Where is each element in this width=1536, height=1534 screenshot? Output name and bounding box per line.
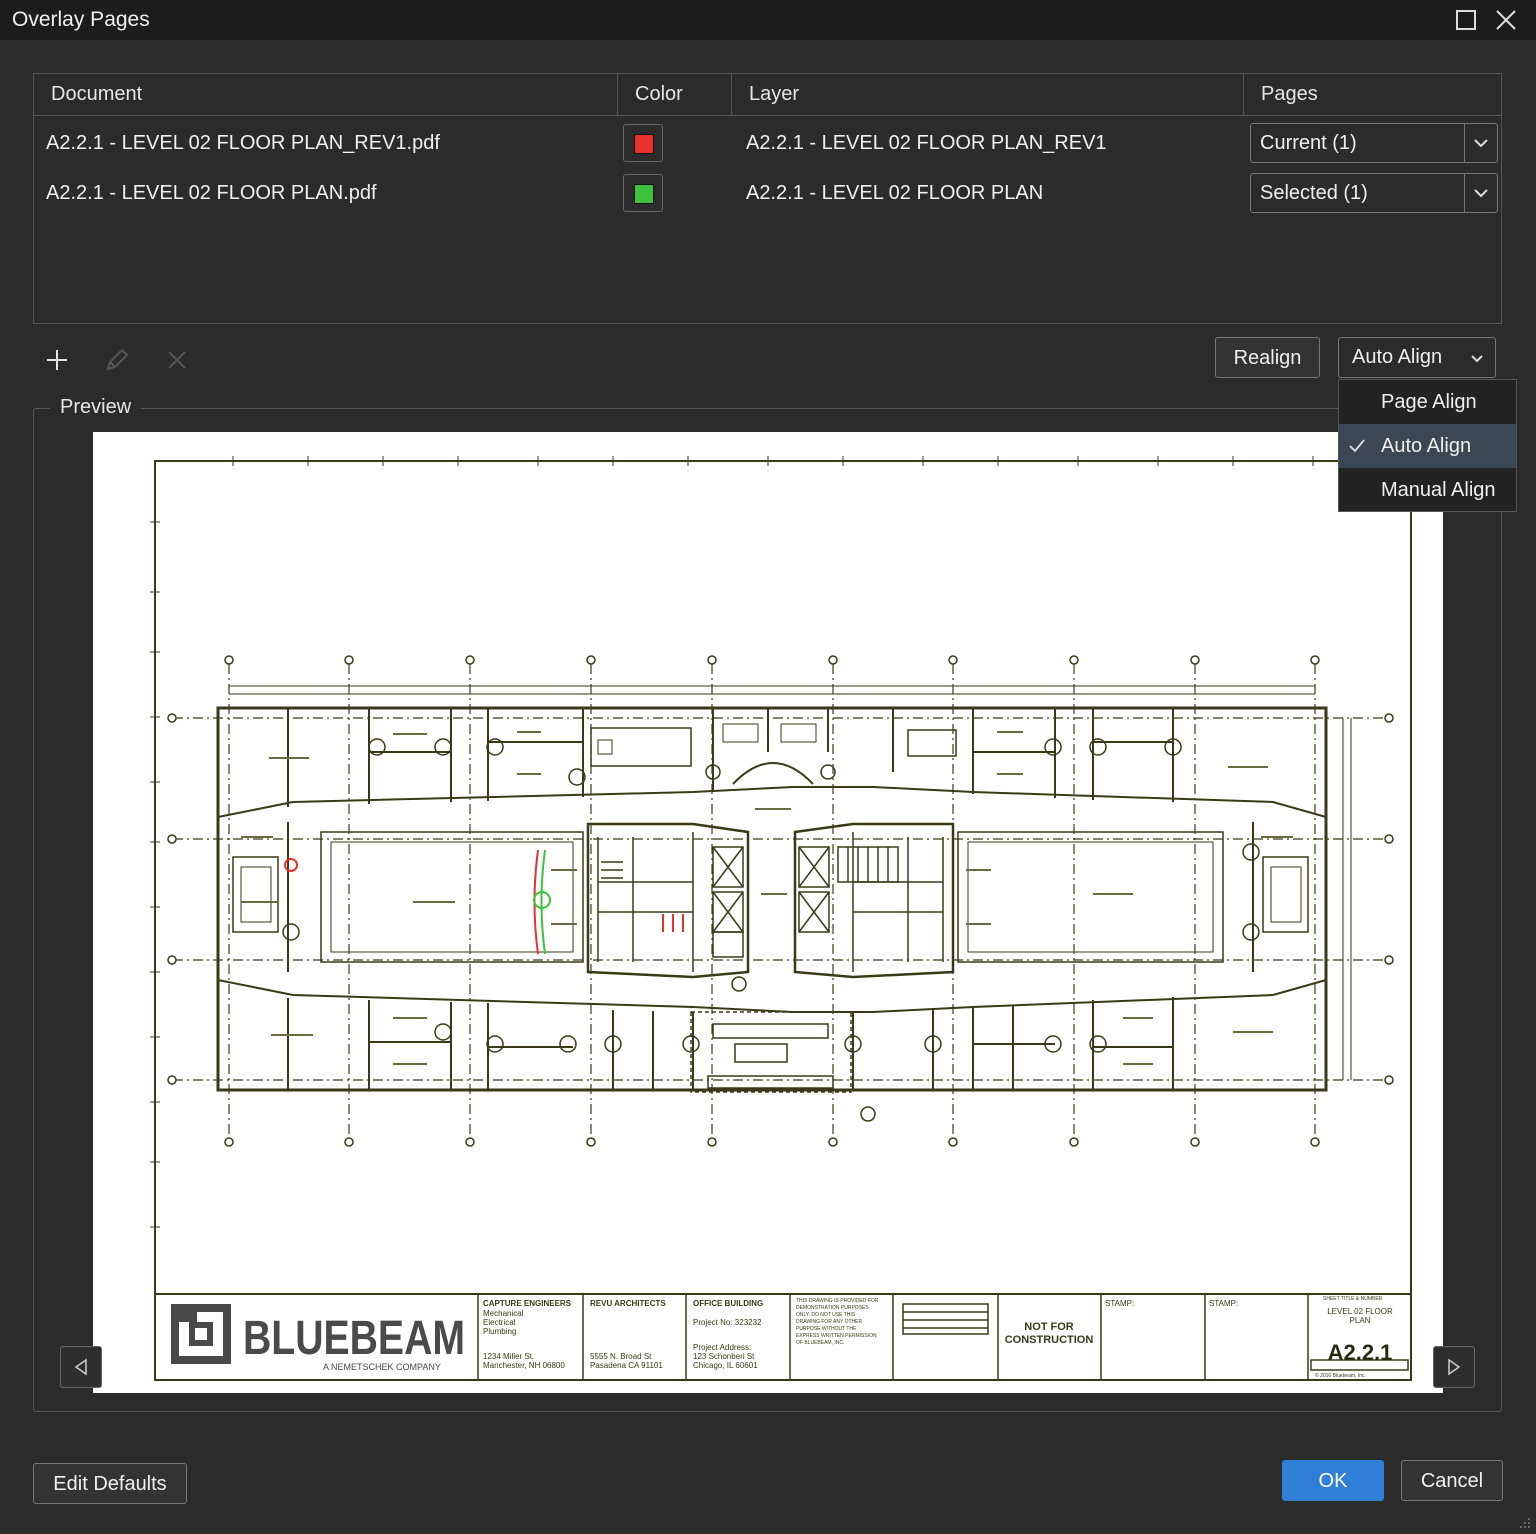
align-mode-dropdown[interactable]: Auto Align [1338, 337, 1496, 378]
color-swatch [634, 184, 654, 204]
pages-value: Current (1) [1260, 132, 1357, 154]
chevron-down-icon [1474, 139, 1488, 148]
not-for-construction: NOT FOR [1024, 1321, 1074, 1333]
table-row[interactable]: A2.2.1 - LEVEL 02 FLOOR PLAN.pdf A2.2.1 … [34, 169, 1501, 217]
copyright: © 2016 Bluebeam, Inc. [1315, 1372, 1366, 1379]
remove-overlay-button[interactable] [163, 346, 191, 374]
triangle-right-icon [1448, 1358, 1461, 1376]
project-address: Project Address: [693, 1343, 751, 1352]
disclaimer-line: DEMONSTRATION PURPOSES [796, 1305, 869, 1311]
menu-item-label: Manual Align [1381, 479, 1496, 501]
align-mode-menu: Page Align Auto Align Manual Align [1338, 379, 1517, 512]
preview-label: Preview [50, 394, 142, 420]
chevron-down-icon [1471, 355, 1483, 363]
add-overlay-button[interactable] [43, 346, 71, 374]
project-name: OFFICE BUILDING [693, 1299, 763, 1308]
cancel-button[interactable]: Cancel [1401, 1460, 1503, 1501]
sheet-label: SHEET TITLE & NUMBER [1323, 1296, 1383, 1302]
disclaimer-line: OF BLUEBEAM, INC. [796, 1340, 844, 1346]
triangle-left-icon [74, 1358, 87, 1376]
maximize-icon [1456, 10, 1476, 30]
logo-text: BLUEBEAM [243, 1312, 465, 1365]
stamp-label: STAMP: [1209, 1299, 1238, 1308]
menu-item-page-align[interactable]: Page Align [1339, 380, 1516, 424]
dropdown-arrow[interactable] [1464, 124, 1497, 162]
sheet-number: A2.2.1 [1328, 1340, 1393, 1365]
color-picker-button[interactable] [623, 174, 663, 212]
menu-item-label: Auto Align [1381, 435, 1472, 457]
plus-icon [47, 350, 67, 370]
column-header-document[interactable]: Document [34, 74, 618, 115]
edit-overlay-button[interactable] [103, 346, 131, 374]
pages-dropdown[interactable]: Selected (1) [1250, 173, 1498, 213]
disclaimer-line: DRAWING FOR ANY OTHER [796, 1319, 863, 1325]
table-row[interactable]: A2.2.1 - LEVEL 02 FLOOR PLAN_REV1.pdf A2… [34, 119, 1501, 167]
logo-tagline: A NEMETSCHEK COMPANY [323, 1362, 441, 1372]
layer-name: A2.2.1 - LEVEL 02 FLOOR PLAN [746, 182, 1044, 204]
title-bar: Overlay Pages [0, 0, 1536, 40]
disclaimer-line: PURPOSE WITHOUT THE [796, 1326, 857, 1332]
pencil-icon [106, 348, 129, 371]
preview-canvas[interactable]: BLUEBEAM A NEMETSCHEK COMPANY CAPTURE EN… [93, 432, 1443, 1393]
document-name: A2.2.1 - LEVEL 02 FLOOR PLAN.pdf [46, 182, 377, 204]
column-header-pages[interactable]: Pages [1244, 74, 1503, 115]
disclaimer-line: EXPRESS WRITTEN PERMISSION [796, 1333, 877, 1339]
disclaimer-line: THIS DRAWING IS PROVIDED FOR [796, 1298, 879, 1304]
pages-dropdown[interactable]: Current (1) [1250, 123, 1498, 163]
x-icon [168, 351, 186, 369]
project-address: Chicago, IL 60601 [693, 1361, 758, 1370]
engineers-name: CAPTURE ENGINEERS [483, 1299, 572, 1308]
menu-item-label: Page Align [1381, 391, 1477, 413]
previous-page-button[interactable] [60, 1346, 102, 1388]
sheet-title: PLAN [1350, 1316, 1371, 1325]
engineers-line: Electrical [483, 1318, 516, 1327]
window-title: Overlay Pages [12, 8, 150, 31]
architects-address: 5555 N. Broad St [590, 1352, 652, 1361]
sheet-title: LEVEL 02 FLOOR [1327, 1307, 1393, 1316]
engineers-address: Manchester, NH 06800 [483, 1361, 565, 1370]
close-button[interactable] [1492, 6, 1520, 34]
disclaimer-line: ONLY. DO NOT USE THIS [796, 1312, 856, 1318]
checkmark-icon [1349, 439, 1365, 453]
color-picker-button[interactable] [623, 124, 663, 162]
ok-button[interactable]: OK [1282, 1460, 1384, 1501]
column-header-layer[interactable]: Layer [732, 74, 1244, 115]
not-for-construction: CONSTRUCTION [1005, 1334, 1094, 1346]
table-header: Document Color Layer Pages [34, 74, 1501, 116]
architects-name: REVU ARCHITECTS [590, 1299, 666, 1308]
engineers-line: Plumbing [483, 1327, 516, 1336]
menu-item-manual-align[interactable]: Manual Align [1339, 468, 1516, 512]
maximize-button[interactable] [1452, 6, 1480, 34]
align-mode-value: Auto Align [1352, 346, 1443, 368]
realign-button[interactable]: Realign [1215, 337, 1320, 378]
menu-item-auto-align[interactable]: Auto Align [1339, 424, 1516, 468]
floor-plan-drawing: BLUEBEAM A NEMETSCHEK COMPANY CAPTURE EN… [150, 456, 1412, 1381]
edit-defaults-button[interactable]: Edit Defaults [33, 1463, 187, 1504]
project-number: Project No: 323232 [693, 1318, 762, 1327]
project-address: 123 Schonberi St [693, 1352, 755, 1361]
stamp-label: STAMP: [1105, 1299, 1134, 1308]
dropdown-arrow[interactable] [1464, 174, 1497, 212]
resize-grip-icon[interactable] [1516, 1514, 1532, 1530]
layer-name: A2.2.1 - LEVEL 02 FLOOR PLAN_REV1 [746, 132, 1107, 154]
column-header-color[interactable]: Color [618, 74, 732, 115]
overlay-table: Document Color Layer Pages A2.2.1 - LEVE… [33, 73, 1502, 324]
engineers-address: 1234 Miller St. [483, 1352, 534, 1361]
pages-value: Selected (1) [1260, 182, 1368, 204]
close-icon [1496, 10, 1516, 30]
document-name: A2.2.1 - LEVEL 02 FLOOR PLAN_REV1.pdf [46, 132, 440, 154]
architects-address: Pasadena CA 91101 [590, 1361, 663, 1370]
chevron-down-icon [1474, 189, 1488, 198]
color-swatch [634, 134, 654, 154]
engineers-line: Mechanical [483, 1309, 524, 1318]
next-page-button[interactable] [1433, 1346, 1475, 1388]
